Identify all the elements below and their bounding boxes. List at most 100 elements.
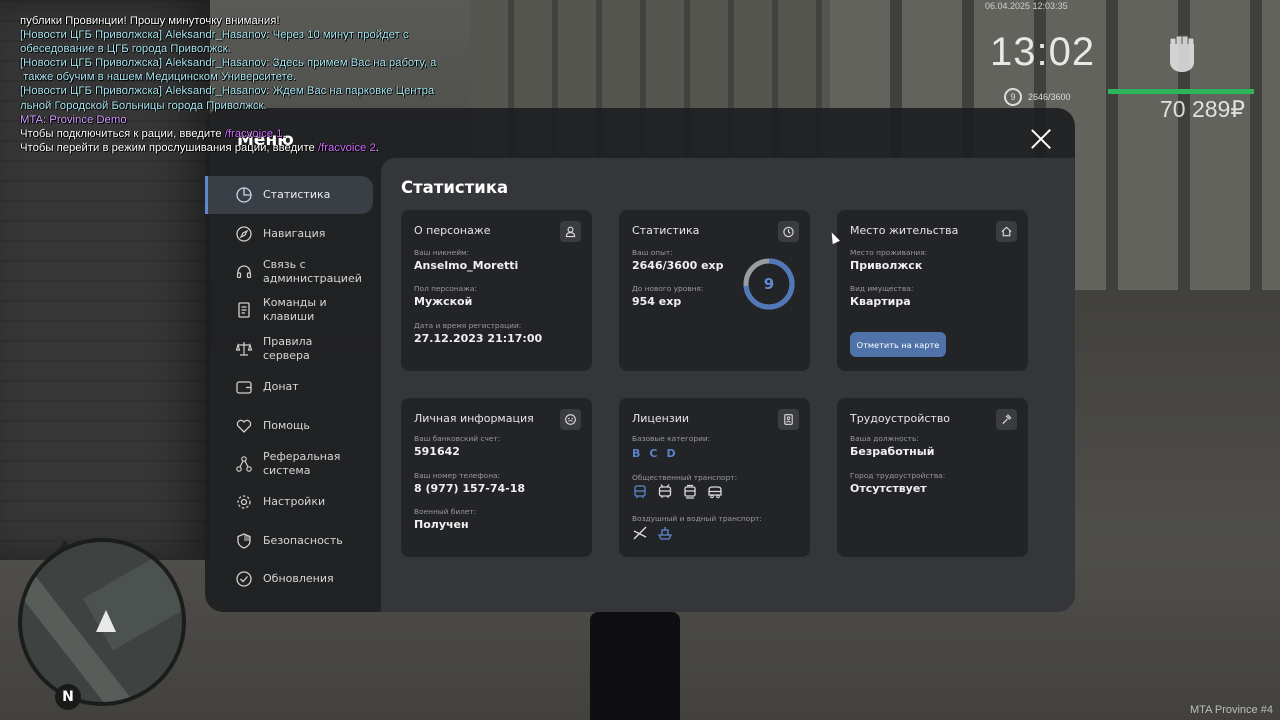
field-next-level: До нового уровня: 954 exp	[632, 284, 704, 308]
sidebar-item-2[interactable]: Навигация	[205, 214, 381, 252]
sidebar-item-8[interactable]: Реферальная система	[205, 445, 381, 483]
field-bank: Ваш банковский счет: 591642	[414, 434, 501, 458]
sidebar-item-9[interactable]: Настройки	[205, 483, 381, 521]
sidebar-item-label: Помощь	[263, 418, 310, 432]
wallet-icon	[236, 381, 252, 394]
network-icon	[236, 456, 252, 472]
sidebar-item-10[interactable]: Безопасность	[205, 522, 381, 560]
public-transport-label: Общественный транспорт:	[632, 473, 738, 482]
card-stats: Статистика Ваш опыт: 2646/3600 exp До но…	[619, 210, 810, 371]
public-transport-icons	[632, 484, 723, 500]
gear-icon	[237, 495, 251, 509]
field-place: Место проживания: Приволжск	[850, 248, 928, 272]
sidebar-item-label: Безопасность	[263, 533, 343, 547]
plane-icon	[633, 526, 647, 540]
health-bar	[1108, 89, 1254, 94]
sidebar: Статистика Навигация Связь с администрацие…	[205, 176, 381, 598]
sidebar-item-3[interactable]: Связь с администрацией	[205, 253, 381, 291]
sidebar-item-4[interactable]: Команды и клавиши	[205, 291, 381, 329]
chat-line: Чтобы перейти в режим прослушивания раци…	[20, 141, 379, 154]
card-job: Трудоустройство Ваша должность: Безработ…	[837, 398, 1028, 557]
chat-lines: публики Провинции! Прошу минуточку внима…	[20, 14, 490, 127]
pie-chart-icon	[236, 187, 252, 203]
id-card-icon	[778, 409, 799, 430]
fist-icon	[1169, 35, 1195, 72]
sidebar-item-label: Настройки	[263, 495, 326, 509]
heart-hand-icon	[236, 419, 252, 433]
chat-line: публики Провинции! Прошу минуточку внима…	[20, 15, 280, 27]
trolleybus-icon	[658, 484, 672, 498]
compass-icon	[236, 225, 252, 242]
air-water-icons	[632, 525, 673, 541]
boat-icon	[657, 527, 673, 540]
level-number: 9	[763, 275, 775, 293]
chat-line: льной Городской Больницы города Приволжс…	[20, 99, 267, 112]
license-category: D	[666, 447, 676, 460]
sidebar-item-label: Реферальная система	[263, 449, 341, 477]
refresh-check-icon	[236, 571, 252, 587]
card-title: Лицензии	[632, 412, 690, 425]
close-button[interactable]	[1030, 128, 1052, 150]
card-title: Статистика	[632, 224, 700, 237]
sidebar-item-6[interactable]: Донат	[205, 368, 381, 406]
headset-icon	[236, 265, 252, 279]
field-registration: Дата и время регистрации: 27.12.2023 21:…	[414, 321, 543, 345]
hud-datetime: 06.04.2025 12:03:35	[985, 1, 1068, 11]
sidebar-item-5[interactable]: Правила сервера	[205, 330, 381, 368]
card-licenses: Лицензии Базовые категории: B C D Общест…	[619, 398, 810, 557]
field-property: Вид имущества: Квартира	[850, 284, 914, 308]
field-exp: Ваш опыт: 2646/3600 exp	[632, 248, 724, 272]
sidebar-item-label: Донат	[263, 380, 299, 394]
license-category: C	[649, 447, 658, 460]
card-character: О персонаже Ваш никнейм: Anselmo_Moretti…	[401, 210, 592, 371]
house-icon	[996, 221, 1017, 242]
minimap	[18, 538, 186, 706]
field-position: Ваша должность: Безработный	[850, 434, 935, 458]
menu-window: Меню Статистика Навигация Связь с админист…	[205, 108, 1075, 612]
hud-money: 70 289₽	[1160, 96, 1245, 122]
content-panel: Статистика О персонаже Ваш никнейм: Anse…	[381, 158, 1075, 612]
chat-line: Чтобы подключиться к рации, введите /fra…	[20, 127, 286, 140]
document-icon	[238, 302, 250, 319]
license-categories: B C D	[632, 447, 676, 460]
level-ring: 9	[1004, 88, 1022, 106]
player-arrow-icon	[96, 610, 116, 632]
hud-exp: 9 2646/3600	[1004, 88, 1071, 106]
sidebar-item-label: Статистика	[263, 188, 331, 202]
license-category: B	[632, 447, 641, 460]
sidebar-item-1[interactable]: Статистика	[205, 176, 373, 215]
sidebar-item-label: Обновления	[263, 572, 334, 586]
field-phone: Ваш номер телефона: 8 (977) 157-74-18	[414, 471, 526, 495]
card-title: О персонаже	[414, 224, 491, 237]
sidebar-item-7[interactable]: Помощь	[205, 406, 381, 444]
server-watermark: MTA Province #4	[1190, 704, 1273, 716]
hud-exp-value: 2646/3600	[1028, 92, 1071, 102]
content-title: Статистика	[401, 178, 509, 197]
chat-command: /fracvoice 1	[224, 127, 283, 140]
field-gender: Пол персонажа: Мужской	[414, 284, 477, 308]
sidebar-item-11[interactable]: Обновления	[205, 560, 381, 598]
user-icon	[560, 221, 581, 242]
base-categories-label: Базовые категории:	[632, 434, 711, 443]
mark-on-map-button[interactable]: Отметить на карте	[850, 332, 946, 357]
card-residence: Место жительства Место проживания: Приво…	[837, 210, 1028, 371]
chat-line: [Новости ЦГБ Приволжска] Aleksandr_Hasan…	[20, 85, 435, 98]
field-military: Военный билет: Получен	[414, 507, 477, 531]
sidebar-item-label: Команды и клавиши	[263, 296, 327, 324]
hud-clock: 13:02	[990, 30, 1096, 74]
timer-icon	[778, 221, 799, 242]
tram-icon	[684, 484, 696, 499]
smile-icon	[560, 409, 581, 430]
sidebar-item-label: Связь с администрацией	[263, 257, 362, 285]
field-job-city: Город трудоустройства: Отсутствует	[850, 471, 946, 495]
shield-icon	[237, 532, 251, 549]
bus-icon	[634, 485, 646, 498]
minimap-north: N	[55, 684, 81, 710]
sidebar-item-label: Правила сервера	[263, 334, 313, 362]
field-nickname: Ваш никнейм: Anselmo_Moretti	[414, 248, 519, 272]
chat-line: MTA: Province Demo	[20, 113, 127, 126]
scales-icon	[235, 341, 253, 356]
card-personal: Личная информация Ваш банковский счет: 5…	[401, 398, 592, 557]
minibus-icon	[708, 486, 722, 499]
card-title: Место жительства	[850, 224, 959, 237]
